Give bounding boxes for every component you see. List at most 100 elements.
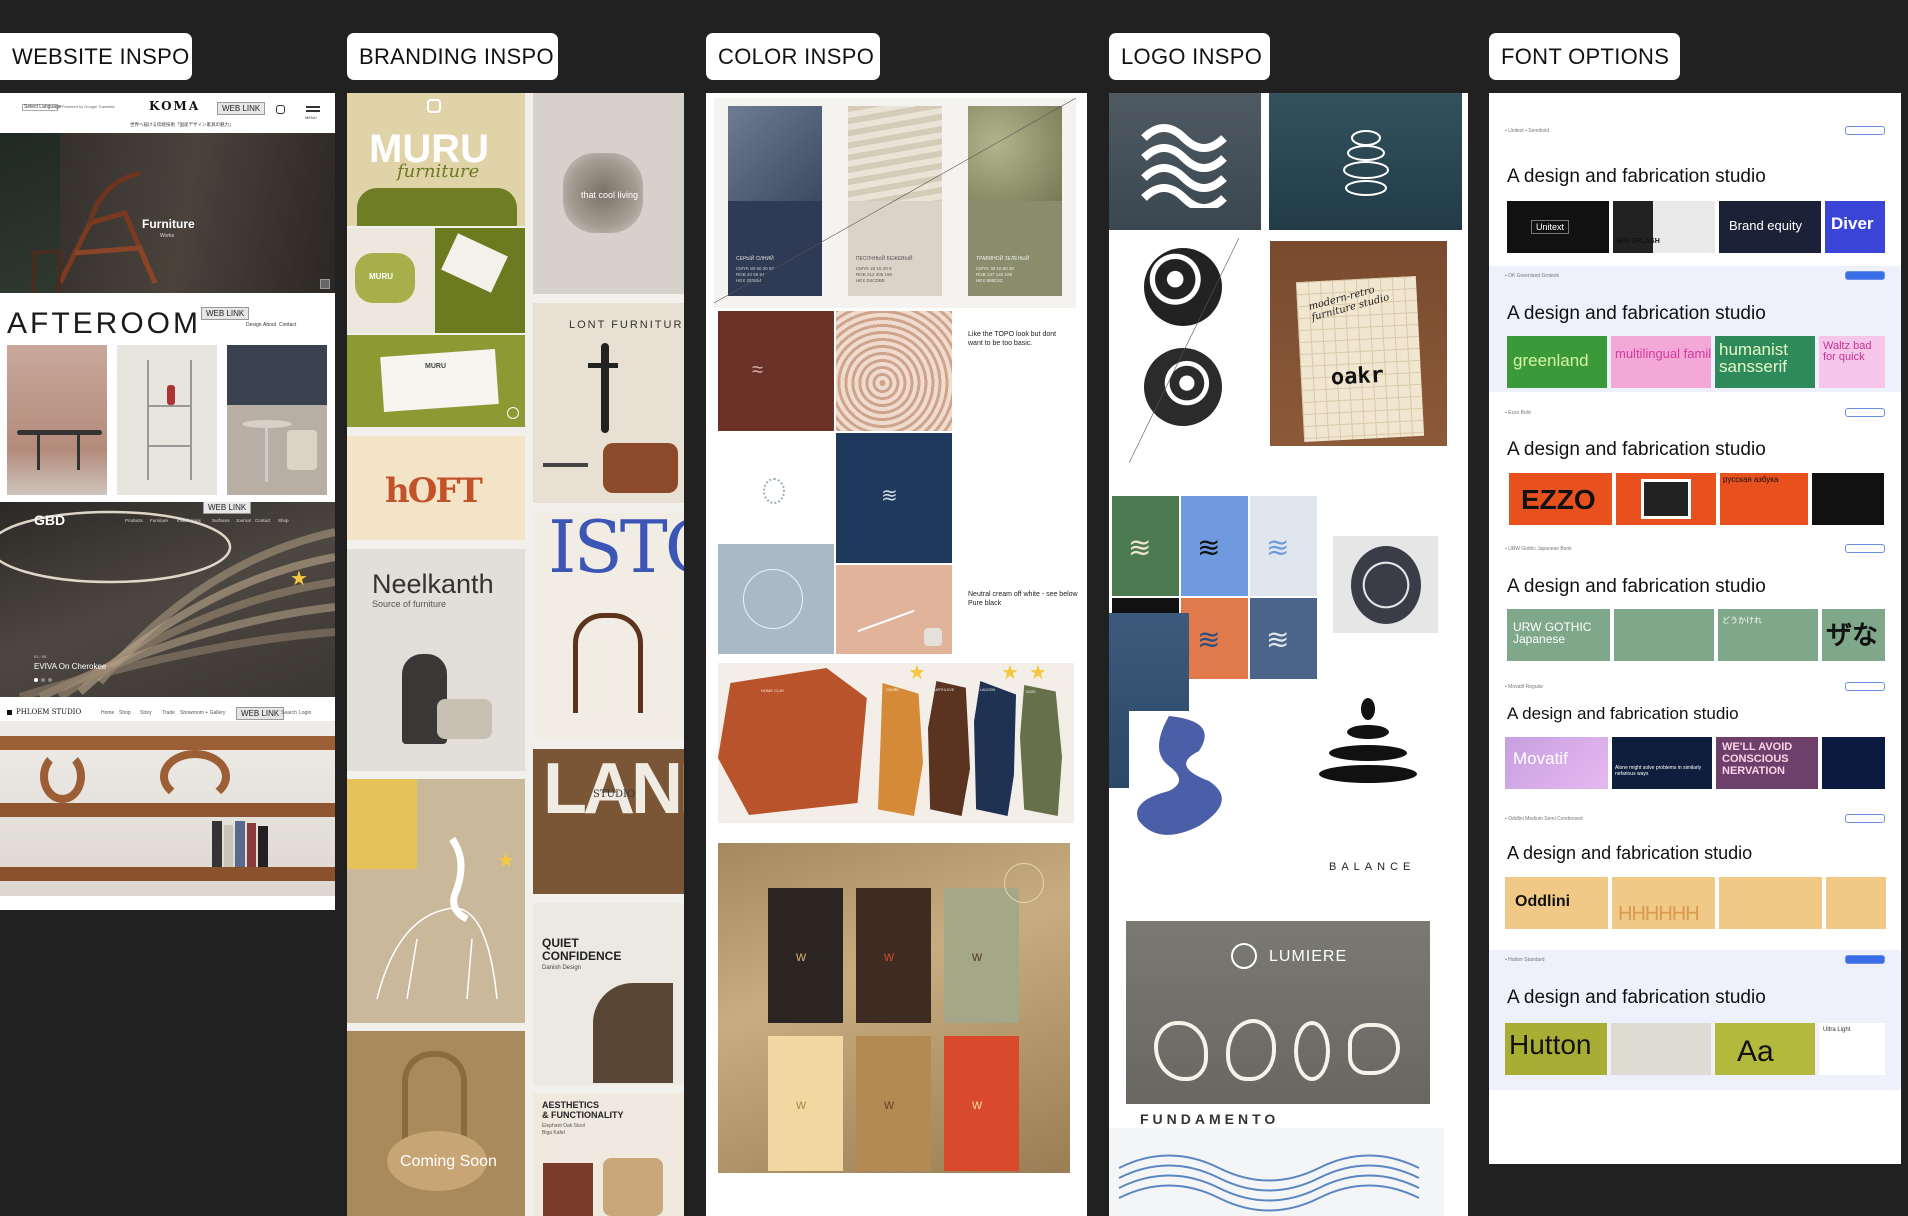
- font-card-movatif[interactable]: ▪ Movatif Regular A design and fabricati…: [1489, 677, 1901, 797]
- card-cream: ᴡ: [768, 1036, 843, 1171]
- balance-logo[interactable]: BALANCE: [1299, 693, 1439, 873]
- muru-subtitle: furniture: [397, 161, 480, 182]
- specimen-4: Waltz bad for quick: [1819, 336, 1885, 388]
- star-icon: ★: [1001, 663, 1019, 684]
- instagram-icon[interactable]: [276, 105, 285, 114]
- blue-water-logo[interactable]: [1129, 711, 1239, 841]
- get-font-button[interactable]: [1845, 814, 1885, 823]
- gbd-nav-item[interactable]: Journal: [236, 518, 251, 523]
- font-card-ezzo[interactable]: ▪ Ezzo Bold A design and fabrication stu…: [1489, 403, 1901, 529]
- expand-icon[interactable]: [507, 407, 519, 419]
- koma-hero-image: Furniture Works: [0, 133, 335, 293]
- phloem-search-link[interactable]: Search: [281, 710, 297, 716]
- fundamento-wordmark: FUNDAMENTO: [1140, 1111, 1280, 1127]
- muru-business-card[interactable]: MURU: [347, 335, 525, 427]
- phloem-nav-item[interactable]: Story: [140, 710, 152, 716]
- afteroom-nav-design[interactable]: Design: [246, 322, 262, 328]
- phloem-nav-item[interactable]: Trade: [162, 710, 175, 716]
- gbd-nav-item[interactable]: Furniture: [150, 518, 168, 523]
- specimen-3: WE'LL AVOID CONSCIOUS NERVATION: [1716, 737, 1818, 789]
- get-font-button[interactable]: [1845, 126, 1885, 135]
- label-color-inspo[interactable]: COLOR INSPO: [706, 33, 880, 80]
- hoft-logo: hOFT: [385, 471, 483, 511]
- line-waves-logo[interactable]: [1109, 1128, 1444, 1216]
- lumiere-fundamento-tile[interactable]: LUMIERE FUNDAMENTO: [1126, 921, 1430, 1141]
- specimen-4: [1826, 877, 1886, 929]
- gbd-nav-item[interactable]: Contact: [255, 518, 271, 523]
- branding-inspo-board: MURU furniture MURU MURU hOFT Neelkanth …: [347, 93, 684, 1216]
- specimen-2: [1611, 1023, 1711, 1075]
- stacked-stones-logo[interactable]: [1269, 93, 1462, 230]
- koma-hero-sub: Works: [160, 233, 175, 239]
- pebble-cluster-logo[interactable]: [1333, 536, 1438, 633]
- carousel-dots[interactable]: [34, 678, 38, 682]
- koma-web-link[interactable]: WEB LINK: [217, 102, 266, 115]
- afteroom-web-link[interactable]: WEB LINK: [201, 307, 250, 320]
- specimen-2: multilingual family: [1611, 336, 1711, 388]
- studio-lane-poster[interactable]: LANE STUDIO: [533, 749, 684, 894]
- specimen-4: [1822, 737, 1885, 789]
- label-branding-inspo[interactable]: BRANDING INSPO: [347, 33, 558, 80]
- stone-palette-tile[interactable]: HOME CLAY OCHRE EARTHLOVE LAGOON SAGE ★ …: [718, 663, 1074, 823]
- font-card-urw-gothic[interactable]: ▪ URW Gothic Japanese Book A design and …: [1489, 539, 1901, 667]
- phloem-nav-item[interactable]: Home: [101, 710, 114, 716]
- get-font-button[interactable]: [1845, 955, 1885, 964]
- get-font-button[interactable]: [1845, 408, 1885, 417]
- neelkanth-poster[interactable]: Neelkanth Source of furniture: [347, 549, 525, 771]
- label-font-options[interactable]: FONT OPTIONS: [1489, 33, 1680, 80]
- font-card-unitext[interactable]: ▪ Unitext ▪ Semibold A design and fabric…: [1489, 121, 1901, 253]
- get-font-button[interactable]: [1845, 271, 1885, 280]
- get-font-button[interactable]: [1845, 544, 1885, 553]
- cool-living-poster[interactable]: that cool living: [533, 93, 684, 294]
- lont-poster-2[interactable]: ★: [347, 779, 525, 1023]
- phloem-nav-item[interactable]: Showroom + Gallery: [180, 710, 225, 716]
- specimen-1: Movatif: [1505, 737, 1608, 789]
- font-card-oddlini[interactable]: ▪ Oddlini Medium Semi Condensed A design…: [1489, 809, 1901, 939]
- phloem-web-link[interactable]: WEB LINK: [236, 707, 285, 720]
- get-font-button[interactable]: [1845, 682, 1885, 691]
- stone-clay: [718, 668, 867, 815]
- aesthetics-poster[interactable]: AESTHETICS & FUNCTIONALITY Elephant Oak …: [533, 1093, 684, 1216]
- label-logo-inspo[interactable]: LOGO INSPO: [1109, 33, 1270, 80]
- phloem-login-link[interactable]: Login: [299, 710, 311, 716]
- logo-inspo-board: modern-retro furniture studio oakr ≋ ≋ ≋…: [1109, 93, 1468, 1216]
- phloem-site-tile[interactable]: PHLOEM STUDIO Home Shop Story Trade Show…: [0, 699, 335, 910]
- hoft-logo-tile[interactable]: hOFT: [347, 436, 525, 540]
- gbd-site-tile[interactable]: WEB LINK GBD Products Furniture Installa…: [0, 502, 335, 697]
- wave-stack-logo[interactable]: [1109, 93, 1261, 230]
- select-language[interactable]: Select Language: [24, 104, 62, 110]
- lont-furniture-poster[interactable]: LONT FURNITURE: [533, 303, 684, 503]
- afteroom-nav-about[interactable]: About: [263, 322, 276, 328]
- brand-cards-tile[interactable]: ᴡ ᴡ ᴡ ᴡ ᴡ ᴡ: [718, 843, 1070, 1173]
- label-website-inspo[interactable]: WEBSITE INSPO: [0, 33, 192, 80]
- afteroom-site-tile[interactable]: WEB LINK AFTEROOM Design About Contact: [0, 295, 335, 500]
- star-icon: ★: [497, 850, 515, 872]
- gbd-nav-item[interactable]: Surfaces: [212, 518, 230, 523]
- oakr-poster[interactable]: modern-retro furniture studio oakr: [1270, 241, 1447, 446]
- topo-brown: ≈: [718, 311, 834, 431]
- koma-tagline: 世界へ届ける伝統技術「国産デザイン家具の魅力」: [130, 122, 234, 127]
- afteroom-nav-contact[interactable]: Contact: [279, 322, 296, 328]
- istogi-poster[interactable]: ISTOGI: [533, 513, 684, 739]
- menu-icon[interactable]: [306, 106, 320, 108]
- specimen-2: HHHHHH: [1612, 877, 1715, 929]
- topo-fingerprint: [718, 433, 834, 543]
- font-card-greenland[interactable]: ▪ OK Greenland Grotesk A design and fabr…: [1489, 266, 1901, 392]
- topo-grid-tile[interactable]: ≈ ≋: [718, 311, 952, 654]
- phloem-nav-item[interactable]: Shop: [119, 710, 131, 716]
- font-card-hutton[interactable]: ▪ Hutton Standard A design and fabricati…: [1489, 950, 1901, 1090]
- font-options-board: ▪ Unitext ▪ Semibold A design and fabric…: [1489, 93, 1901, 1164]
- muru-poster[interactable]: MURU furniture: [347, 93, 525, 226]
- swirl-logos[interactable]: [1129, 238, 1239, 468]
- gbd-nav-item[interactable]: Shop: [278, 518, 289, 523]
- scroll-button[interactable]: [320, 279, 330, 289]
- muru-cards-photo[interactable]: MURU: [347, 228, 525, 333]
- gbd-web-link[interactable]: WEB LINK: [203, 502, 252, 514]
- quiet-confidence-poster[interactable]: QUIET CONFIDENCE Danish Design: [533, 903, 684, 1085]
- koma-site-tile[interactable]: Select Language Powered by Google Transl…: [0, 93, 335, 293]
- coming-soon-poster[interactable]: Coming Soon: [347, 1031, 525, 1216]
- star-icon: ★: [908, 663, 926, 684]
- swatch-cards-tile[interactable]: СЕРЫЙ СИНИЙ CMYK 80 60 30 50 RGB 40 56 8…: [714, 98, 1076, 308]
- gbd-nav-item[interactable]: Installations: [177, 518, 201, 523]
- gbd-nav-item[interactable]: Products: [125, 518, 143, 523]
